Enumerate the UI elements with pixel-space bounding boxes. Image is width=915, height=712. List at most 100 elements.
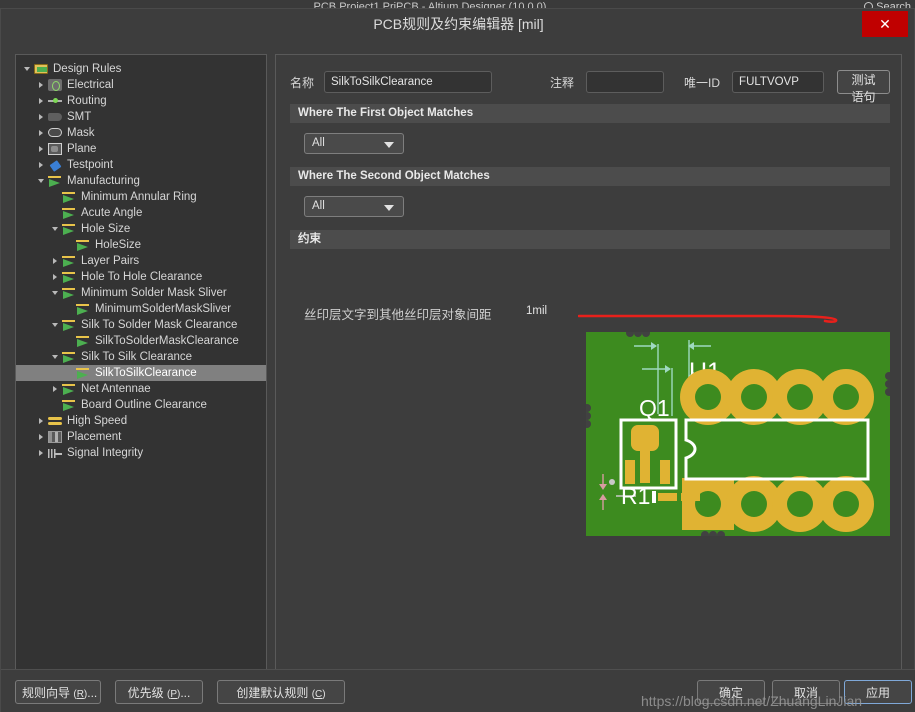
- dialog-titlebar: PCB规则及约束编辑器 [mil] ✕: [1, 9, 914, 39]
- collapse-arrow-icon[interactable]: [20, 61, 33, 77]
- tree-item-label: Testpoint: [67, 159, 114, 171]
- tree-item[interactable]: HoleSize: [16, 237, 266, 253]
- tree-item-label: SilkToSilkClearance: [95, 367, 197, 379]
- button-label: 规则向导: [22, 685, 74, 700]
- tree-item[interactable]: Routing: [16, 93, 266, 109]
- tree-item[interactable]: High Speed: [16, 413, 266, 429]
- tree-item[interactable]: Manufacturing: [16, 173, 266, 189]
- expand-arrow-icon[interactable]: [48, 253, 61, 269]
- tree-item-label: Plane: [67, 143, 97, 155]
- ok-button[interactable]: 确定: [697, 680, 765, 704]
- placement-icon: [47, 430, 63, 444]
- tree-item[interactable]: Design Rules: [16, 61, 266, 77]
- collapse-arrow-icon[interactable]: [48, 221, 61, 237]
- expand-arrow-icon[interactable]: [34, 413, 47, 429]
- silk-clearance-value[interactable]: 1mil: [526, 305, 547, 317]
- pcb-preview-illustration: U1 Q1 R1: [586, 332, 890, 536]
- rule-identity-form: 名称 注释 唯一ID 测试语句: [290, 69, 890, 104]
- expand-arrow-icon[interactable]: [34, 141, 47, 157]
- rule-icon: [61, 254, 77, 268]
- expand-arrow-icon[interactable]: [48, 269, 61, 285]
- tree-item[interactable]: Acute Angle: [16, 205, 266, 221]
- tree-item[interactable]: Hole To Hole Clearance: [16, 269, 266, 285]
- collapse-arrow-icon[interactable]: [34, 173, 47, 189]
- rule-wizard-button[interactable]: 规则向导 (R)...: [15, 680, 101, 704]
- tree-item[interactable]: Placement: [16, 429, 266, 445]
- tree-item[interactable]: SilkToSilkClearance: [16, 365, 266, 381]
- rule-name-input[interactable]: [324, 71, 493, 93]
- tree-item[interactable]: Silk To Silk Clearance: [16, 349, 266, 365]
- apply-button[interactable]: 应用: [844, 680, 912, 704]
- rule-icon: [61, 350, 77, 364]
- test-query-button[interactable]: 测试语句: [837, 70, 890, 104]
- rule-editor-panel: 名称 注释 唯一ID 测试语句 Where The First Object M…: [275, 54, 902, 671]
- tree-item[interactable]: SilkToSolderMaskClearance: [16, 333, 266, 349]
- tree-item-label: Manufacturing: [67, 175, 140, 187]
- comment-label: 注释: [550, 75, 575, 90]
- silk-clearance-label: 丝印层文字到其他丝印层对象间距: [304, 308, 492, 322]
- tree-item-label: Silk To Silk Clearance: [81, 351, 193, 363]
- tree-item-label: HoleSize: [95, 239, 142, 251]
- button-suffix: ...: [180, 685, 191, 700]
- expand-arrow-icon[interactable]: [34, 445, 47, 461]
- tree-item[interactable]: Mask: [16, 125, 266, 141]
- tree-item[interactable]: Signal Integrity: [16, 445, 266, 461]
- tree-item[interactable]: Net Antennae: [16, 381, 266, 397]
- tree-item[interactable]: Testpoint: [16, 157, 266, 173]
- tree-item[interactable]: Silk To Solder Mask Clearance: [16, 317, 266, 333]
- expand-arrow-icon[interactable]: [34, 77, 47, 93]
- tree-item[interactable]: Hole Size: [16, 221, 266, 237]
- rule-icon: [61, 206, 77, 220]
- folder-icon: [33, 62, 49, 76]
- rule-icon: [61, 286, 77, 300]
- button-accelerator-key: R: [76, 688, 84, 700]
- first-object-scope-value: All: [312, 137, 325, 149]
- design-rules-tree[interactable]: Design Rules Electrical Routing SMT Mask Plan…: [15, 54, 267, 671]
- second-object-scope-dropdown[interactable]: All: [304, 196, 404, 217]
- unique-id-input[interactable]: [732, 71, 825, 93]
- red-annotation-underline: [578, 314, 838, 323]
- rule-icon: [75, 334, 91, 348]
- button-label: 优先级: [127, 685, 167, 700]
- tree-item[interactable]: Layer Pairs: [16, 253, 266, 269]
- tree-item-label: Hole Size: [81, 223, 131, 235]
- highspeed-icon: [47, 414, 63, 428]
- tree-item-label: Placement: [67, 431, 122, 443]
- tree-item-label: Design Rules: [53, 63, 122, 75]
- collapse-arrow-icon[interactable]: [48, 317, 61, 333]
- tree-item-label: Signal Integrity: [67, 447, 144, 459]
- tree-item[interactable]: Electrical: [16, 77, 266, 93]
- tree-item-label: Minimum Solder Mask Sliver: [81, 287, 227, 299]
- tree-item[interactable]: Board Outline Clearance: [16, 397, 266, 413]
- priorities-button[interactable]: 优先级 (P)...: [115, 680, 203, 704]
- expand-arrow-icon[interactable]: [34, 429, 47, 445]
- expand-arrow-icon[interactable]: [48, 381, 61, 397]
- chevron-down-icon: [384, 142, 394, 148]
- rule-comment-input[interactable]: [586, 71, 665, 93]
- tree-item[interactable]: Minimum Solder Mask Sliver: [16, 285, 266, 301]
- expand-arrow-icon[interactable]: [34, 93, 47, 109]
- cancel-button[interactable]: 取消: [772, 680, 840, 704]
- tree-item-label: Acute Angle: [81, 207, 143, 219]
- rule-icon: [75, 238, 91, 252]
- tree-item[interactable]: Minimum Annular Ring: [16, 189, 266, 205]
- rule-icon: [75, 366, 91, 380]
- plane-icon: [47, 142, 63, 156]
- expand-arrow-icon[interactable]: [34, 109, 47, 125]
- expand-arrow-icon[interactable]: [34, 125, 47, 141]
- create-default-rules-button[interactable]: 创建默认规则 (C): [217, 680, 345, 704]
- rule-icon: [61, 222, 77, 236]
- constraints-section-header: 约束: [290, 230, 890, 249]
- dialog-title: PCB规则及约束编辑器 [mil]: [373, 16, 544, 32]
- collapse-arrow-icon[interactable]: [48, 285, 61, 301]
- first-object-scope-dropdown[interactable]: All: [304, 133, 404, 154]
- expand-arrow-icon[interactable]: [34, 157, 47, 173]
- tree-item-label: Minimum Annular Ring: [81, 191, 197, 203]
- collapse-arrow-icon[interactable]: [48, 349, 61, 365]
- tree-item[interactable]: MinimumSolderMaskSliver: [16, 301, 266, 317]
- tree-item[interactable]: SMT: [16, 109, 266, 125]
- close-button[interactable]: ✕: [862, 11, 908, 37]
- tree-item[interactable]: Plane: [16, 141, 266, 157]
